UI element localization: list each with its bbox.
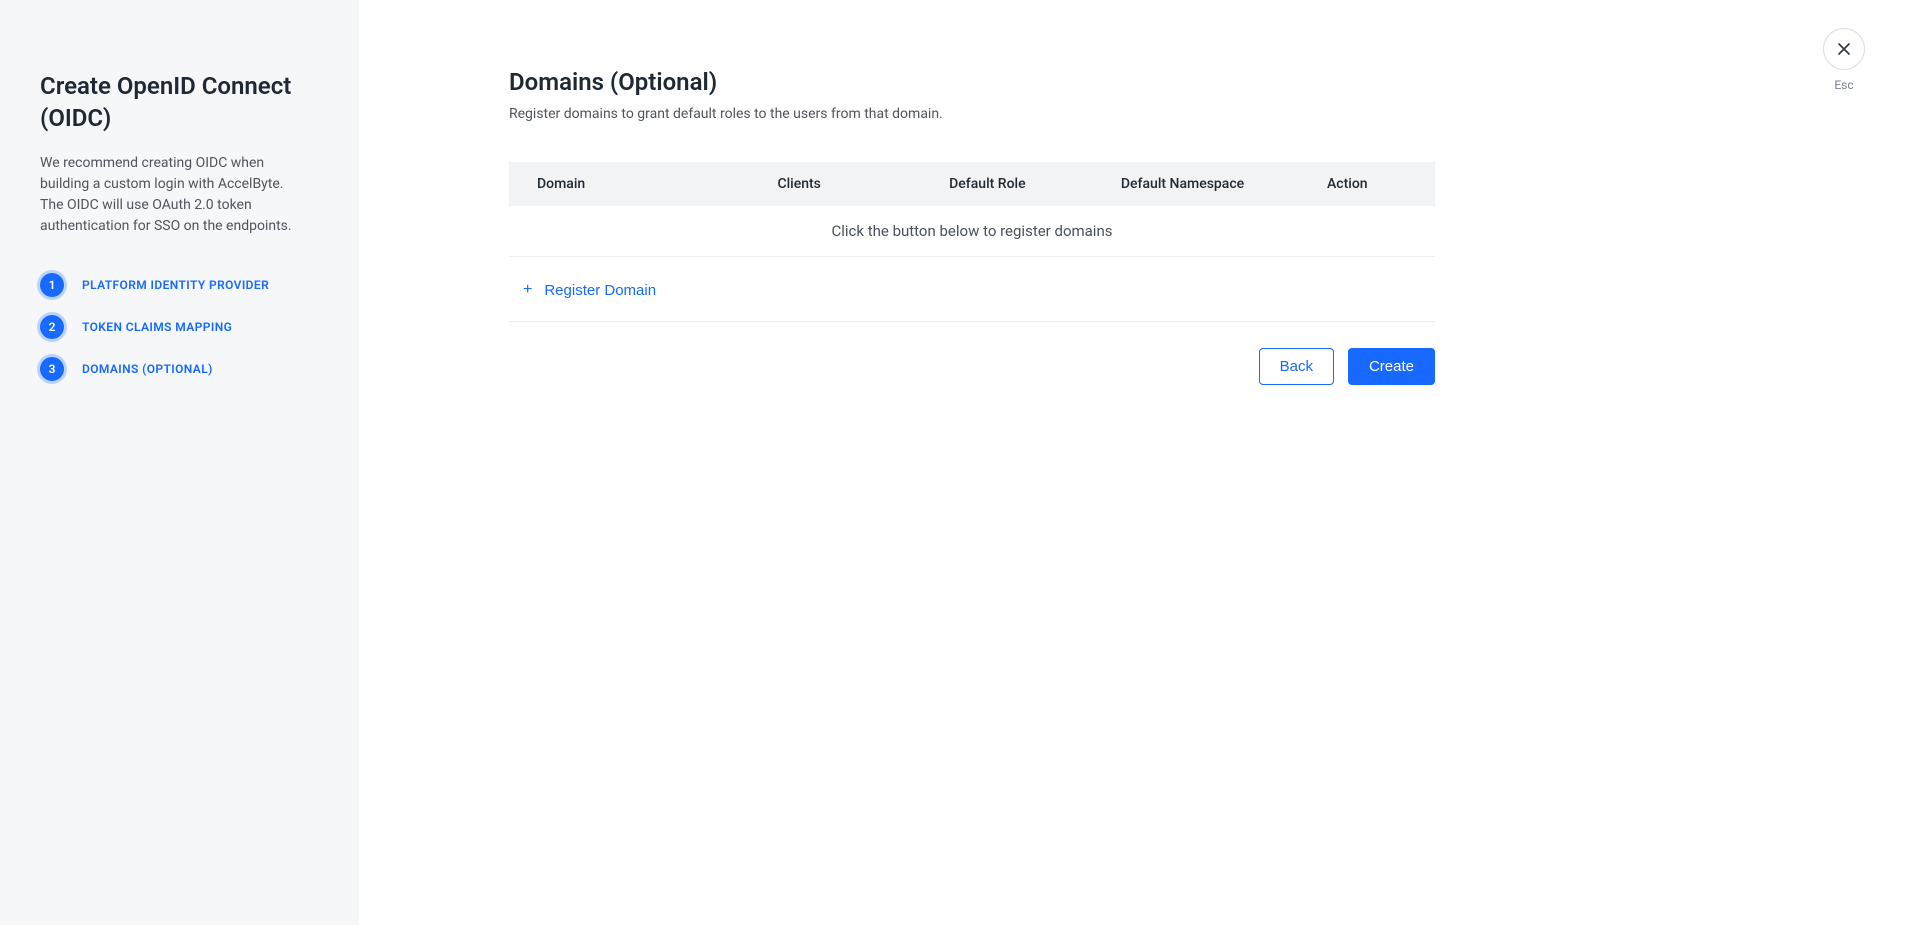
page-title: Domains (Optional) [509, 68, 1789, 96]
close-area: Esc [1823, 28, 1865, 92]
column-header-action: Action [1327, 176, 1407, 192]
step-label: TOKEN CLAIMS MAPPING [82, 320, 232, 334]
step-number-badge: 1 [40, 273, 64, 297]
column-header-domain: Domain [537, 176, 777, 192]
close-esc-label: Esc [1834, 78, 1853, 92]
register-domain-button[interactable]: + Register Domain [523, 282, 656, 299]
create-button[interactable]: Create [1348, 348, 1435, 385]
register-row: + Register Domain [509, 257, 1435, 322]
column-header-default-namespace: Default Namespace [1121, 176, 1327, 192]
step-domains-optional[interactable]: 3 DOMAINS (OPTIONAL) [40, 357, 319, 381]
sidebar-description: We recommend creating OIDC when building… [40, 153, 310, 237]
column-header-clients: Clients [777, 176, 949, 192]
column-header-default-role: Default Role [949, 176, 1121, 192]
plus-icon: + [523, 282, 532, 298]
footer-actions: Back Create [509, 348, 1435, 385]
step-token-claims-mapping[interactable]: 2 TOKEN CLAIMS MAPPING [40, 315, 319, 339]
empty-state-message: Click the button below to register domai… [509, 206, 1435, 257]
close-icon [1836, 41, 1852, 57]
main-content: Esc Domains (Optional) Register domains … [359, 0, 1909, 925]
close-button[interactable] [1823, 28, 1865, 70]
step-label: DOMAINS (OPTIONAL) [82, 362, 213, 376]
domains-table: Domain Clients Default Role Default Name… [509, 162, 1435, 322]
register-domain-label: Register Domain [544, 282, 656, 299]
back-button[interactable]: Back [1259, 348, 1334, 385]
step-number-badge: 2 [40, 315, 64, 339]
step-label: PLATFORM IDENTITY PROVIDER [82, 278, 269, 292]
page-description: Register domains to grant default roles … [509, 106, 1789, 122]
sidebar-title: Create OpenID Connect (OIDC) [40, 70, 319, 135]
step-number-badge: 3 [40, 357, 64, 381]
table-header: Domain Clients Default Role Default Name… [509, 162, 1435, 206]
sidebar: Create OpenID Connect (OIDC) We recommen… [0, 0, 359, 925]
steps-list: 1 PLATFORM IDENTITY PROVIDER 2 TOKEN CLA… [40, 273, 319, 381]
step-platform-identity-provider[interactable]: 1 PLATFORM IDENTITY PROVIDER [40, 273, 319, 297]
